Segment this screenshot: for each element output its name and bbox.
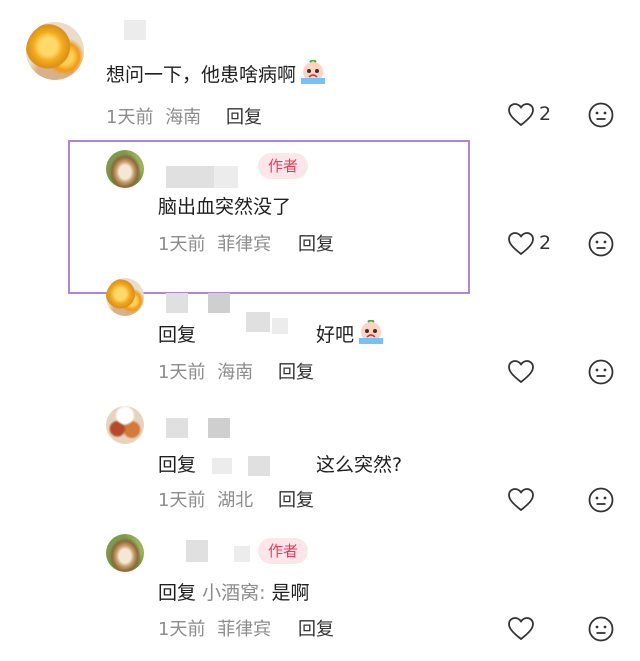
timestamp: 1天前 — [158, 234, 206, 255]
username-redacted[interactable] — [166, 166, 214, 188]
timestamp: 1天前 — [158, 619, 206, 640]
reply-button[interactable]: 回复 — [278, 486, 314, 512]
heart-icon[interactable] — [508, 360, 534, 384]
reply-button[interactable]: 回复 — [278, 358, 314, 384]
location: 湖北 — [217, 490, 254, 511]
mention-redacted[interactable] — [212, 458, 232, 474]
location: 菲律宾 — [217, 619, 272, 640]
neutral-face-icon[interactable] — [588, 102, 614, 128]
comment-text: 回复 小酒窝: 是啊 — [158, 582, 310, 604]
neutral-face-icon[interactable] — [588, 487, 614, 513]
crying-face-icon — [298, 59, 328, 91]
username-redacted[interactable] — [208, 293, 230, 313]
like-count: 2 — [539, 232, 552, 254]
location: 海南 — [217, 362, 254, 383]
neutral-face-icon[interactable] — [588, 616, 614, 642]
mention-redacted[interactable] — [272, 318, 288, 334]
username-redacted[interactable] — [208, 418, 230, 438]
reply-button[interactable]: 回复 — [226, 103, 262, 129]
neutral-face-icon[interactable] — [588, 359, 614, 385]
avatar[interactable] — [106, 534, 144, 572]
comment-meta: 1天前 海南 — [106, 103, 201, 129]
heart-icon[interactable] — [508, 103, 534, 127]
heart-icon[interactable] — [508, 617, 534, 641]
mention-link[interactable]: 小酒窝: — [202, 582, 265, 604]
author-badge: 作者 — [258, 153, 309, 179]
avatar[interactable] — [26, 22, 84, 80]
reply-button[interactable]: 回复 — [298, 615, 334, 641]
reply-prefix: 回复 — [158, 324, 197, 346]
comment-meta: 1天前 菲律宾 — [158, 230, 271, 256]
location: 海南 — [165, 107, 202, 128]
avatar[interactable] — [106, 406, 144, 444]
avatar[interactable] — [106, 150, 144, 188]
neutral-face-icon[interactable] — [588, 231, 614, 257]
mention-redacted[interactable] — [248, 456, 270, 476]
heart-icon[interactable] — [508, 232, 534, 256]
comment-text: 脑出血突然没了 — [158, 196, 292, 218]
comment-text: 想问一下，他患啥病啊 — [106, 59, 328, 91]
reply-prefix: 回复 — [158, 454, 197, 476]
comment-meta: 1天前 海南 — [158, 358, 253, 384]
reply-prefix: 回复 — [158, 582, 197, 604]
comment-meta: 1天前 菲律宾 — [158, 615, 271, 641]
username-redacted[interactable] — [234, 546, 250, 562]
crying-face-icon — [356, 319, 386, 351]
comment-text: 好吧 — [316, 319, 386, 351]
username-redacted[interactable] — [124, 20, 146, 40]
timestamp: 1天前 — [106, 107, 154, 128]
username-redacted[interactable] — [214, 166, 238, 188]
mention-redacted[interactable] — [246, 312, 270, 332]
comment-text: 这么突然? — [316, 454, 403, 476]
timestamp: 1天前 — [158, 490, 206, 511]
reply-button[interactable]: 回复 — [298, 230, 334, 256]
like-count: 2 — [539, 103, 552, 125]
comment-meta: 1天前 湖北 — [158, 486, 253, 512]
username-redacted[interactable] — [166, 418, 188, 438]
timestamp: 1天前 — [158, 362, 206, 383]
username-redacted[interactable] — [166, 293, 188, 313]
username-redacted[interactable] — [186, 540, 208, 562]
avatar[interactable] — [106, 278, 144, 316]
heart-icon[interactable] — [508, 488, 534, 512]
author-badge: 作者 — [258, 538, 309, 564]
location: 菲律宾 — [217, 234, 272, 255]
